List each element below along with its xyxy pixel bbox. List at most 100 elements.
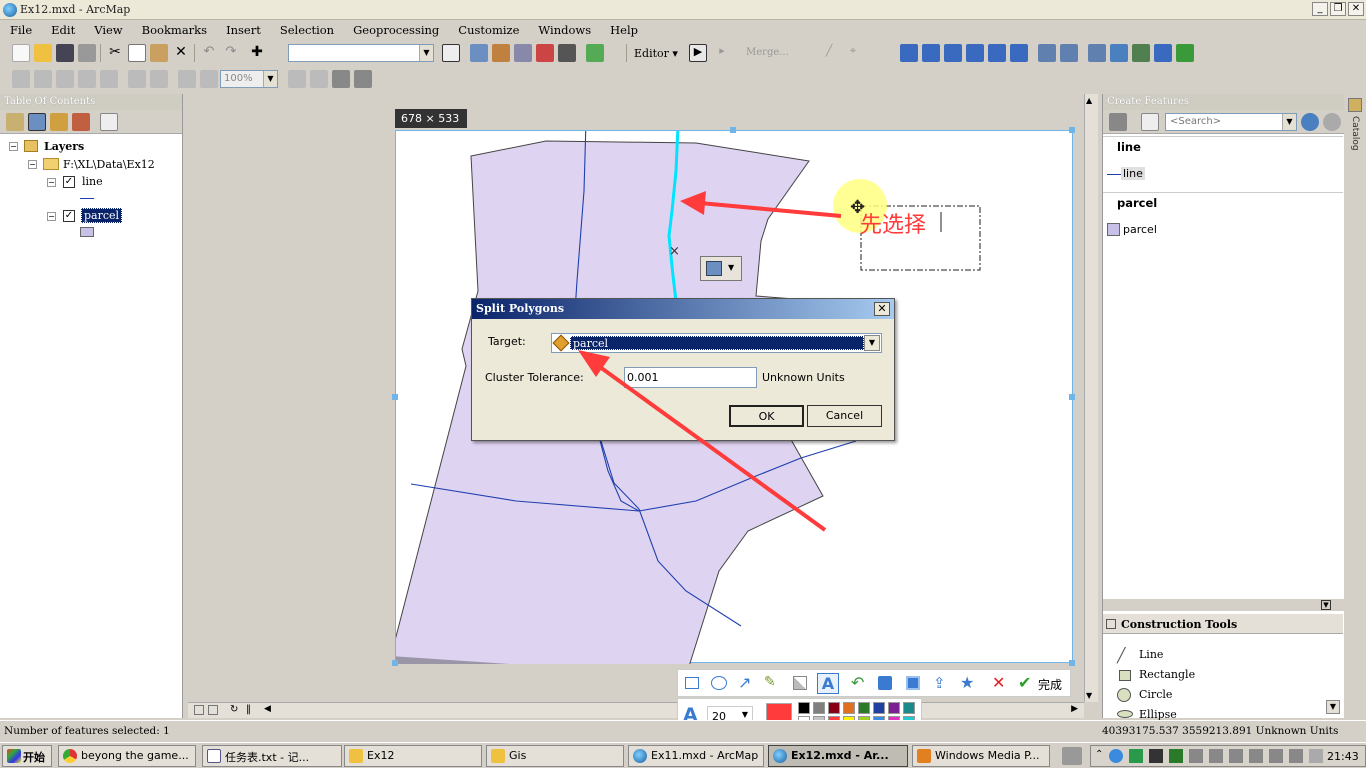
new-icon[interactable] <box>12 44 30 62</box>
undo-annot-icon[interactable]: ↶ <box>851 673 864 692</box>
color-dark-blue[interactable] <box>873 702 885 714</box>
vertex-icon[interactable] <box>900 44 918 62</box>
delete-icon[interactable]: ✕ <box>172 44 190 62</box>
data-driven-pages-icon[interactable] <box>354 70 372 88</box>
zoom-combo[interactable]: 100% ▼ <box>220 70 278 88</box>
close-button[interactable]: ✕ <box>1348 2 1364 16</box>
menu-bookmarks[interactable]: Bookmarks <box>132 20 216 37</box>
collapse-folder-icon[interactable]: − <box>28 160 37 169</box>
frame-handle-bl[interactable] <box>392 660 398 666</box>
zoom-whole-page-icon[interactable] <box>78 70 96 88</box>
minimize-button[interactable]: _ <box>1312 2 1328 16</box>
grid-icon[interactable] <box>1176 44 1194 62</box>
create-features-icon[interactable] <box>1088 44 1106 62</box>
snapping-icon[interactable] <box>1132 44 1150 62</box>
target-dropdown-icon[interactable]: ▼ <box>864 335 880 351</box>
task-notepad[interactable]: 任务表.txt - 记... <box>202 745 342 767</box>
open-folder-icon[interactable] <box>34 44 52 62</box>
restore-button[interactable]: ❐ <box>1330 2 1346 16</box>
tray-app-icon-8[interactable] <box>1309 749 1323 763</box>
list-by-drawing-order-icon[interactable] <box>6 113 24 131</box>
scale-combo[interactable]: ▼ <box>288 44 434 62</box>
print-icon[interactable] <box>78 44 96 62</box>
template-parcel[interactable]: parcel <box>1123 223 1157 236</box>
fixed-zoom-in-icon[interactable] <box>128 70 146 88</box>
list-by-source-icon[interactable] <box>28 113 46 131</box>
feature-construction-icon[interactable] <box>706 261 722 276</box>
layer-line[interactable]: line <box>82 175 103 188</box>
merge-label[interactable]: Merge... <box>746 47 789 58</box>
toc-options-icon[interactable] <box>100 113 118 131</box>
list-by-selection-icon[interactable] <box>72 113 90 131</box>
redo-icon[interactable]: ↷ <box>222 44 240 62</box>
back-extent-icon[interactable] <box>178 70 196 88</box>
task-media-player[interactable]: Windows Media P... <box>912 745 1050 767</box>
pan-page-icon[interactable] <box>56 70 74 88</box>
cut-icon[interactable]: ✂ <box>106 44 124 62</box>
task-chrome[interactable]: beyong the game... <box>58 745 196 767</box>
color-dark-green[interactable] <box>858 702 870 714</box>
python-window-icon[interactable] <box>558 44 576 62</box>
template-view-icon[interactable] <box>1141 113 1159 131</box>
ellipse-annot-icon[interactable] <box>711 676 727 690</box>
reshape-icon[interactable]: ⌖ <box>844 44 862 62</box>
menu-geoprocessing[interactable]: Geoprocessing <box>343 20 448 37</box>
color-orange[interactable] <box>843 702 855 714</box>
edit-annotation-icon[interactable]: ▸ <box>713 44 731 62</box>
zoom-in-page-icon[interactable] <box>12 70 30 88</box>
tray-app-icon-3[interactable] <box>1149 749 1163 763</box>
rotate-icon[interactable] <box>966 44 984 62</box>
scroll-right-icon[interactable]: ▶ <box>1071 704 1078 714</box>
network-icon[interactable] <box>1269 749 1283 763</box>
add-data-icon[interactable]: ✚ <box>248 44 266 62</box>
collapse-panel-icon[interactable]: ▼ <box>1321 600 1331 610</box>
action-center-icon[interactable] <box>1249 749 1263 763</box>
menu-file[interactable]: File <box>0 20 41 37</box>
tray-app-icon-7[interactable] <box>1229 749 1243 763</box>
straight-segment-icon[interactable]: ╱ <box>820 44 838 62</box>
frame-handle-tc[interactable] <box>730 127 736 133</box>
layers-root[interactable]: Layers <box>44 140 84 153</box>
catalog-icon[interactable] <box>492 44 510 62</box>
menu-help[interactable]: Help <box>600 20 647 37</box>
tool-circle[interactable]: Circle <box>1139 688 1172 701</box>
arctoolbox-icon[interactable] <box>536 44 554 62</box>
toggle-draft-icon[interactable] <box>288 70 306 88</box>
menu-selection[interactable]: Selection <box>270 20 343 37</box>
volume-icon[interactable] <box>1289 749 1303 763</box>
menu-insert[interactable]: Insert <box>216 20 270 37</box>
change-layout-icon[interactable] <box>332 70 350 88</box>
tool-line[interactable]: Line <box>1139 648 1163 661</box>
panel-splitter[interactable]: ▼ <box>1103 599 1345 611</box>
dialog-close-button[interactable]: ✕ <box>874 302 890 316</box>
arrow-annot-icon[interactable]: ↗ <box>738 673 751 692</box>
full-extent-icon[interactable] <box>1154 44 1172 62</box>
tray-app-icon-5[interactable] <box>1189 749 1203 763</box>
menu-customize[interactable]: Customize <box>448 20 528 37</box>
template-line[interactable]: line <box>1121 167 1145 180</box>
tray-app-icon-4[interactable] <box>1169 749 1183 763</box>
mosaic-annot-icon[interactable] <box>793 676 807 690</box>
clock[interactable]: 21:43 <box>1327 750 1359 763</box>
tray-expand-icon[interactable]: ⌃ <box>1095 749 1103 760</box>
task-ex11-arcmap[interactable]: Ex11.mxd - ArcMap <box>628 745 764 767</box>
collapse-parcel-icon[interactable]: − <box>47 212 56 221</box>
frame-handle-br[interactable] <box>1069 660 1075 666</box>
menu-view[interactable]: View <box>84 20 131 37</box>
save-annot-icon[interactable] <box>878 676 892 690</box>
frame-handle-ml[interactable] <box>392 394 398 400</box>
color-dark-red[interactable] <box>828 702 840 714</box>
save-icon[interactable] <box>56 44 74 62</box>
zoom-out-page-icon[interactable] <box>34 70 52 88</box>
forward-extent-icon[interactable] <box>200 70 218 88</box>
undo-icon[interactable]: ↶ <box>200 44 218 62</box>
color-purple[interactable] <box>888 702 900 714</box>
help-icon[interactable] <box>1110 44 1128 62</box>
scroll-left-icon[interactable]: ◀ <box>264 704 271 714</box>
template-search[interactable]: <Search> ▼ <box>1165 113 1297 131</box>
tool-rectangle[interactable]: Rectangle <box>1139 668 1195 681</box>
data-view-icon[interactable] <box>208 705 218 715</box>
clear-search-icon[interactable] <box>1323 113 1341 131</box>
mini-toolbar[interactable]: ▼ <box>700 256 742 281</box>
attributes-icon[interactable] <box>1038 44 1056 62</box>
